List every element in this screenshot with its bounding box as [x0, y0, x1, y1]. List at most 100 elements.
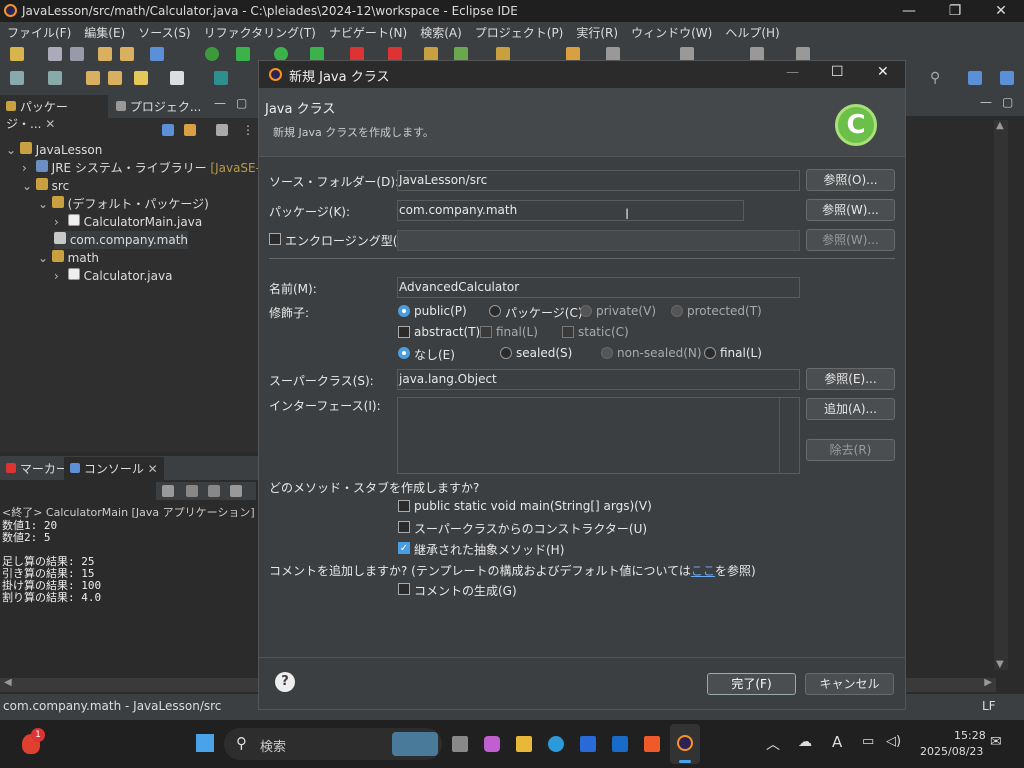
menu-run[interactable]: 実行(R) [569, 22, 618, 41]
external-tools-icon[interactable] [388, 47, 402, 61]
modifier-private-radio[interactable] [580, 305, 592, 317]
main-method-checkbox[interactable] [398, 500, 410, 512]
ime-icon[interactable]: A [832, 733, 842, 751]
coverage-icon[interactable] [310, 47, 324, 61]
eclipse-taskbar-button[interactable] [670, 724, 700, 764]
chevron-up-icon[interactable]: ︿ [766, 734, 780, 754]
menu-window[interactable]: ウィンドウ(W) [624, 22, 712, 41]
clock-time[interactable]: 15:28 [954, 729, 986, 742]
tree-item-com-company-math[interactable]: com.company.math [54, 231, 189, 249]
modifier-protected-radio[interactable] [671, 305, 683, 317]
run-icon[interactable] [274, 47, 288, 61]
tool-icon[interactable] [606, 47, 620, 61]
taskbar-search[interactable]: ⚲ 検索 [224, 728, 442, 760]
tab-package-explorer[interactable]: パッケージ・... ✕ [0, 95, 108, 131]
cancel-button[interactable]: キャンセル [805, 673, 894, 695]
new-icon[interactable] [10, 47, 24, 61]
java-perspective-icon[interactable] [1000, 71, 1014, 85]
tree-item-calculatormain[interactable]: › CalculatorMain.java [54, 213, 202, 231]
tab-project-explorer[interactable]: プロジェク... [110, 95, 207, 118]
final-checkbox[interactable] [480, 326, 492, 338]
nav-icon[interactable] [750, 47, 764, 61]
menu-help[interactable]: ヘルプ(H) [718, 22, 779, 41]
modifier-public-radio[interactable] [398, 305, 410, 317]
terminate-icon[interactable] [186, 485, 198, 497]
menu-navigate[interactable]: ナビゲート(N) [322, 22, 407, 41]
menu-file[interactable]: ファイル(F) [0, 22, 71, 41]
tab-markers[interactable]: マーカー [0, 457, 74, 480]
superclass-constructor-checkbox[interactable] [398, 521, 410, 533]
static-checkbox[interactable] [562, 326, 574, 338]
view-menu-icon[interactable]: ⋮ [242, 123, 254, 137]
sealed-radio[interactable] [500, 347, 512, 359]
package-browse-button[interactable]: 参照(W)... [806, 199, 895, 221]
stop-icon[interactable] [350, 47, 364, 61]
clock-date[interactable]: 2025/08/23 [920, 745, 983, 758]
cloud-icon[interactable]: ☁ [798, 734, 812, 750]
close-button[interactable]: ✕ [978, 0, 1024, 22]
editor-hscrollbar[interactable]: ▶ [906, 677, 996, 692]
tree-item-calculator[interactable]: › Calculator.java [54, 267, 172, 285]
volume-icon[interactable]: ◁) [886, 734, 901, 749]
edge-icon[interactable] [548, 736, 564, 752]
tree-item-project[interactable]: ⌄ JavaLesson [6, 141, 102, 159]
enclosing-type-browse-button[interactable]: 参照(W)... [806, 229, 895, 251]
network-icon[interactable]: ▭ [862, 734, 874, 749]
nav2-icon[interactable] [796, 47, 810, 61]
task-view-icon[interactable] [452, 736, 468, 752]
dialog-close-button[interactable]: ✕ [877, 64, 889, 80]
tree-item-src[interactable]: ⌄ src [22, 177, 69, 195]
interfaces-list[interactable] [397, 397, 800, 474]
source-folder-input[interactable]: JavaLesson/src [397, 170, 800, 191]
collapse-all-icon[interactable] [162, 124, 174, 136]
superclass-input[interactable]: java.lang.Object [397, 369, 800, 390]
add-interface-button[interactable]: 追加(A)... [806, 398, 895, 420]
console-hscrollbar[interactable]: ◀ [0, 677, 258, 692]
terminal-icon[interactable] [150, 47, 164, 61]
clear-icon[interactable] [162, 485, 174, 497]
help-icon[interactable]: ? [275, 672, 295, 692]
save-all-icon[interactable] [70, 47, 84, 61]
minimize-editor-button[interactable]: — [980, 95, 992, 109]
annotation-icon[interactable] [10, 71, 24, 85]
tree-item-math[interactable]: ⌄ math [38, 249, 99, 267]
remove-all-icon[interactable] [230, 485, 242, 497]
save-icon[interactable] [48, 47, 62, 61]
filter-icon[interactable] [216, 124, 228, 136]
undo-icon[interactable] [98, 47, 112, 61]
sealed-none-radio[interactable] [398, 347, 410, 359]
pin-icon[interactable] [48, 71, 62, 85]
maximize-button[interactable]: ❐ [932, 0, 978, 22]
outlook-icon[interactable] [612, 736, 628, 752]
back-icon[interactable] [134, 71, 148, 85]
new-package-icon[interactable] [454, 47, 468, 61]
store-icon[interactable] [580, 736, 596, 752]
sealed-final-radio[interactable] [704, 347, 716, 359]
interfaces-scrollbar[interactable] [779, 398, 799, 473]
enclosing-type-input[interactable] [397, 230, 800, 251]
minimize-button[interactable]: — [886, 0, 932, 22]
perspective-icon[interactable] [968, 71, 982, 85]
new-java-project-icon[interactable] [424, 47, 438, 61]
maximize-editor-button[interactable]: ▢ [1002, 95, 1013, 109]
inherited-abstract-checkbox[interactable]: ✓ [398, 542, 410, 554]
notification-bell-icon[interactable]: ✉ [990, 734, 1002, 750]
abstract-checkbox[interactable] [398, 326, 410, 338]
quick-search-icon[interactable]: ⚲ [930, 71, 944, 85]
superclass-browse-button[interactable]: 参照(E)... [806, 368, 895, 390]
open-perspective-icon[interactable] [214, 71, 228, 85]
menu-search[interactable]: 検索(A) [413, 22, 462, 41]
source-folder-browse-button[interactable]: 参照(O)... [806, 169, 895, 191]
maximize-view-button[interactable]: ▢ [236, 96, 247, 110]
search-tool-icon[interactable] [566, 47, 580, 61]
skip-breakpoints-icon[interactable] [205, 47, 219, 61]
forward-icon[interactable] [170, 71, 184, 85]
menu-source[interactable]: ソース(S) [131, 22, 190, 41]
link-editor-icon[interactable] [184, 124, 196, 136]
redo-icon[interactable] [120, 47, 134, 61]
file-explorer-icon[interactable] [516, 736, 532, 752]
next-edit-icon[interactable] [108, 71, 122, 85]
class-name-input[interactable]: AdvancedCalculator [397, 277, 800, 298]
prev-edit-icon[interactable] [86, 71, 100, 85]
debug-icon[interactable] [236, 47, 250, 61]
